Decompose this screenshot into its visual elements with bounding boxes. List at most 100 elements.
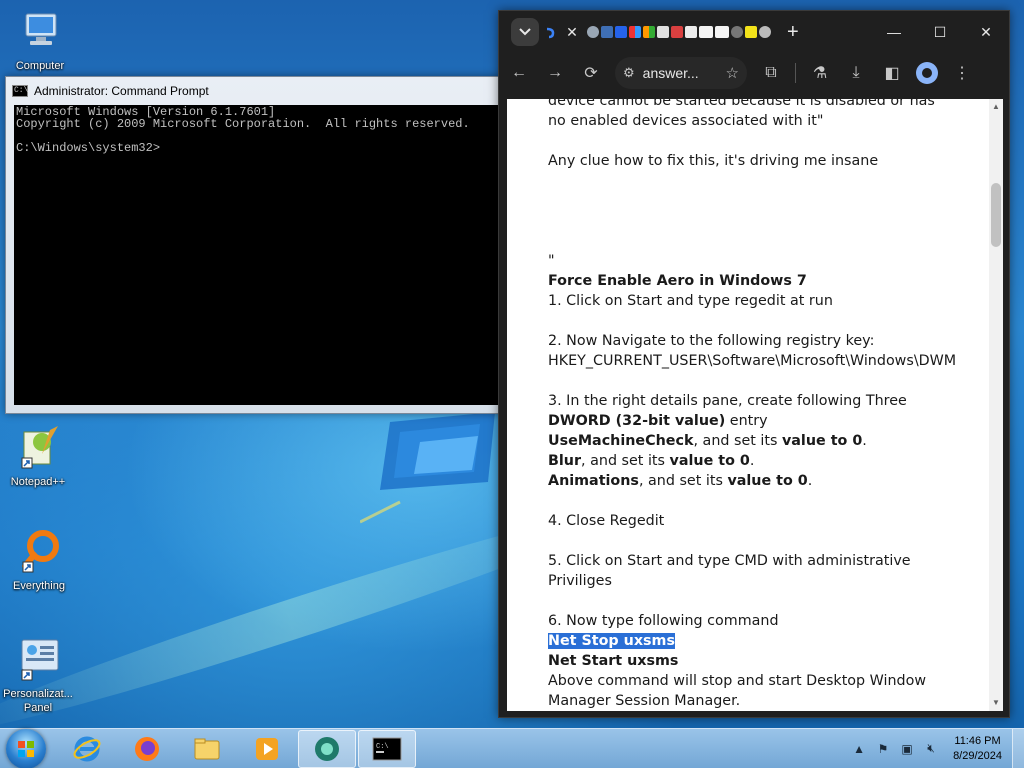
- taskbar-media-player[interactable]: [238, 730, 296, 768]
- site-info-icon[interactable]: ⚙: [623, 65, 635, 81]
- system-tray: ▲ ⚑ ▣ 🔇︎ 11:46 PM 8/29/2024: [851, 734, 1012, 764]
- registry-entry: Blur, and set its value to 0.: [548, 451, 948, 471]
- cmd-console[interactable]: Microsoft Windows [Version 6.1.7601] Copy…: [14, 105, 498, 405]
- forward-button[interactable]: →: [543, 61, 567, 85]
- minimize-button[interactable]: —: [871, 12, 917, 52]
- taskbar: C:\ ▲ ⚑ ▣ 🔇︎ 11:46 PM 8/29/2024: [0, 728, 1024, 768]
- step-text-part: entry: [725, 413, 768, 429]
- answer-heading: Force Enable Aero in Windows 7: [548, 273, 807, 289]
- entry-text: .: [749, 453, 755, 469]
- taskbar-file-explorer[interactable]: [178, 730, 236, 768]
- windows-wallpaper-logo: [360, 412, 495, 524]
- tab-favicon[interactable]: [615, 26, 627, 38]
- extensions-icon[interactable]: ⧉: [759, 61, 783, 85]
- tab-favicon[interactable]: [731, 26, 743, 38]
- cmd-line: Copyright (c) 2009 Microsoft Corporation…: [16, 117, 470, 131]
- tab-favicon[interactable]: [715, 26, 729, 38]
- download-icon[interactable]: ⤓: [844, 61, 868, 85]
- entry-name: UseMachineCheck: [548, 433, 694, 449]
- new-tab-button[interactable]: +: [787, 21, 799, 44]
- tab-favicon[interactable]: [685, 26, 697, 38]
- tab-favicon[interactable]: [643, 26, 655, 38]
- command-text[interactable]: Net Start uxsms: [548, 653, 678, 669]
- scrollbar-thumb[interactable]: [991, 183, 1001, 247]
- desktop-icon-personalization[interactable]: Personalizat... Panel: [0, 636, 76, 715]
- taskbar-internet-explorer[interactable]: [58, 730, 116, 768]
- cmd-title: Administrator: Command Prompt: [34, 84, 209, 98]
- taskbar-command-prompt[interactable]: C:\: [358, 729, 416, 768]
- tab-favicon[interactable]: [671, 26, 683, 38]
- desktop-icon-label: Computer: [15, 60, 65, 72]
- tray-expand-icon[interactable]: ▲: [851, 741, 867, 757]
- media-player-icon: [256, 737, 278, 760]
- step-text: 6. Now type following command: [548, 613, 779, 629]
- entry-name: Animations: [548, 473, 639, 489]
- closing-text: Above command will stop and start Deskto…: [548, 673, 927, 709]
- pinned-tab-favicons: [587, 26, 771, 38]
- close-window-button[interactable]: ✕: [963, 12, 1009, 52]
- page-content[interactable]: device cannot be started because it is d…: [507, 99, 1003, 711]
- entry-text: , and set its: [581, 453, 670, 469]
- entry-value: value to 0: [727, 473, 808, 489]
- tab-favicon[interactable]: [657, 26, 669, 38]
- arrow-left-icon: ←: [511, 64, 527, 81]
- reload-button[interactable]: ⟳: [579, 61, 603, 85]
- bookmark-star-icon[interactable]: ☆: [726, 64, 739, 82]
- tab-close-button[interactable]: ✕: [563, 24, 581, 41]
- tab-favicon[interactable]: [759, 26, 771, 38]
- clock[interactable]: 11:46 PM 8/29/2024: [953, 734, 1002, 764]
- cmd-titlebar[interactable]: C:\ Administrator: Command Prompt: [6, 77, 504, 105]
- window-controls: — ☐ ✕: [871, 12, 1009, 52]
- taskbar-browser[interactable]: [298, 729, 356, 768]
- clock-date: 8/29/2024: [953, 749, 1002, 762]
- registry-key: HKEY_CURRENT_USER\Software\Microsoft\Win…: [548, 353, 957, 369]
- active-tab-favicon[interactable]: [545, 26, 557, 39]
- volume-muted-icon[interactable]: 🔇︎: [923, 741, 939, 757]
- tab-favicon[interactable]: [587, 26, 599, 38]
- entry-value: value to 0: [781, 433, 863, 449]
- taskbar-firefox[interactable]: [118, 730, 176, 768]
- profile-avatar-icon[interactable]: [916, 62, 938, 84]
- tab-favicon[interactable]: [745, 26, 757, 38]
- browser-toolbar: ← → ⟳ ⚙ answer... ☆ ⧉ ⚗ ⤓ ◧ ⋮: [499, 53, 1009, 93]
- internet-explorer-icon: [73, 736, 101, 761]
- chevron-down-icon: [519, 28, 531, 36]
- action-center-flag-icon[interactable]: ⚑: [875, 741, 891, 757]
- start-button[interactable]: [6, 728, 46, 768]
- tab-favicon[interactable]: [629, 26, 641, 38]
- tab-favicon[interactable]: [699, 26, 713, 38]
- address-bar[interactable]: ⚙ answer... ☆: [615, 57, 747, 89]
- step-text: 1. Click on Start and type regedit at ru…: [548, 293, 833, 309]
- dword-type: DWORD (32-bit value): [548, 413, 726, 429]
- show-desktop-button[interactable]: [1012, 728, 1024, 768]
- scroll-up-arrow-icon[interactable]: ▲: [992, 103, 1000, 111]
- desktop-icon-label: Everything: [13, 580, 65, 592]
- question-text: device cannot be started because it is d…: [548, 99, 935, 129]
- side-panel-icon[interactable]: ◧: [880, 61, 904, 85]
- step-text: 4. Close Regedit: [548, 513, 665, 529]
- desktop-icon-everything[interactable]: Everything: [1, 528, 77, 593]
- menu-kebab-icon[interactable]: ⋮: [950, 61, 974, 85]
- entry-text: .: [807, 473, 813, 489]
- article-body: device cannot be started because it is d…: [548, 99, 957, 711]
- step-text-part: 3. In the right details pane, create fol…: [548, 393, 907, 409]
- quote-mark: ": [548, 253, 555, 269]
- notepadpp-icon: [14, 424, 62, 472]
- browser-window[interactable]: ✕ + — ☐ ✕ ← → ⟳ ⚙ answer... ☆ ⧉ ⚗ ⤓ ◧ ⋮ …: [498, 10, 1010, 718]
- labs-flask-icon[interactable]: ⚗: [808, 61, 832, 85]
- command-prompt-icon: C:\: [12, 85, 29, 97]
- tab-favicon[interactable]: [601, 26, 613, 38]
- desktop-icon-computer[interactable]: Computer: [2, 8, 78, 73]
- personalization-panel-icon: [14, 636, 62, 684]
- network-icon[interactable]: ▣: [899, 741, 915, 757]
- entry-text: , and set its: [638, 473, 728, 489]
- selected-command-text[interactable]: Net Stop uxsms: [548, 633, 675, 649]
- tab-search-button[interactable]: [511, 18, 539, 46]
- command-prompt-window[interactable]: C:\ Administrator: Command Prompt Micros…: [5, 76, 505, 414]
- back-button[interactable]: ←: [507, 61, 531, 85]
- desktop-icon-notepadpp[interactable]: Notepad++: [0, 424, 76, 489]
- maximize-button[interactable]: ☐: [917, 12, 963, 52]
- registry-entry: Animations, and set its value to 0.: [548, 471, 948, 491]
- scroll-down-arrow-icon[interactable]: ▼: [992, 699, 1000, 707]
- page-scrollbar[interactable]: ▲ ▼: [989, 99, 1003, 711]
